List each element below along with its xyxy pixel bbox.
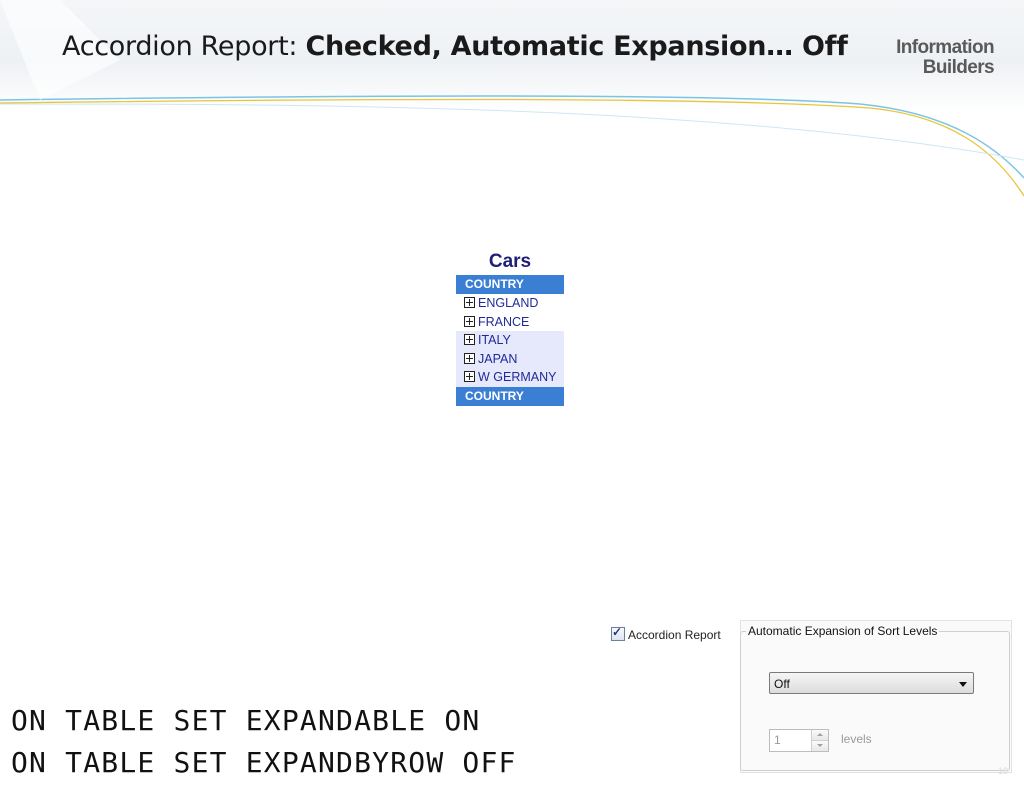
row-label: JAPAN bbox=[478, 351, 518, 366]
dropdown-arrow-icon[interactable] bbox=[959, 682, 967, 687]
spin-down-button[interactable] bbox=[811, 741, 828, 751]
levels-spinner-value: 1 bbox=[774, 733, 781, 747]
row-label: ITALY bbox=[478, 333, 511, 348]
expand-plus-icon[interactable] bbox=[464, 352, 475, 364]
spin-up-button[interactable] bbox=[811, 730, 828, 741]
title-regular: Accordion Report: bbox=[62, 31, 306, 62]
expand-plus-icon[interactable] bbox=[464, 334, 475, 346]
accordion-report-option[interactable]: ✓ Accordion Report bbox=[611, 625, 721, 642]
checkmark-icon: ✓ bbox=[612, 625, 623, 639]
page-number: 18 bbox=[998, 766, 1009, 776]
report-row-france[interactable]: FRANCE bbox=[456, 313, 564, 332]
report-row-england[interactable]: ENGLAND bbox=[456, 294, 564, 313]
expansion-dropdown-value: Off bbox=[774, 677, 790, 691]
report-row-italy[interactable]: ITALY bbox=[456, 331, 564, 350]
expand-plus-icon[interactable] bbox=[464, 315, 475, 327]
expand-plus-icon[interactable] bbox=[464, 297, 475, 308]
logo-line-2: Builders bbox=[922, 57, 995, 78]
report-title: Cars bbox=[488, 251, 532, 272]
accordion-report-checkbox[interactable]: ✓ bbox=[611, 625, 625, 641]
row-label: FRANCE bbox=[478, 314, 530, 329]
column-header-country: COUNTRY bbox=[456, 275, 564, 294]
slide-title: Accordion Report: Checked, Automatic Exp… bbox=[62, 31, 848, 62]
report-row-japan[interactable]: JAPAN bbox=[456, 349, 564, 369]
title-bold: Checked, Automatic Expansion… Off bbox=[305, 31, 848, 62]
accordion-report: Cars COUNTRY ENGLAND FRANCE ITALY JAPAN … bbox=[456, 249, 564, 406]
row-label: W GERMANY bbox=[478, 370, 557, 385]
arrow-down-icon bbox=[817, 744, 823, 747]
arrow-up-icon bbox=[817, 733, 823, 736]
accordion-report-label: Accordion Report bbox=[628, 628, 721, 642]
code-line-2: ON TABLE SET EXPANDBYROW OFF bbox=[11, 746, 517, 779]
expand-plus-icon[interactable] bbox=[464, 371, 475, 383]
slide: Accordion Report: Checked, Automatic Exp… bbox=[0, 0, 1024, 791]
levels-label: levels bbox=[841, 732, 872, 746]
code-line-1: ON TABLE SET EXPANDABLE ON bbox=[11, 704, 481, 737]
report-row-w-germany[interactable]: W GERMANY bbox=[456, 368, 564, 387]
levels-spinner[interactable]: 1 bbox=[769, 729, 829, 752]
expansion-dropdown[interactable]: Off bbox=[769, 672, 974, 694]
expansion-group-title: Automatic Expansion of Sort Levels bbox=[746, 624, 940, 638]
column-footer-country: COUNTRY bbox=[456, 386, 564, 406]
logo-line-1: Information bbox=[896, 37, 995, 58]
row-label: ENGLAND bbox=[478, 296, 539, 310]
information-builders-logo: Information Builders bbox=[893, 37, 995, 78]
